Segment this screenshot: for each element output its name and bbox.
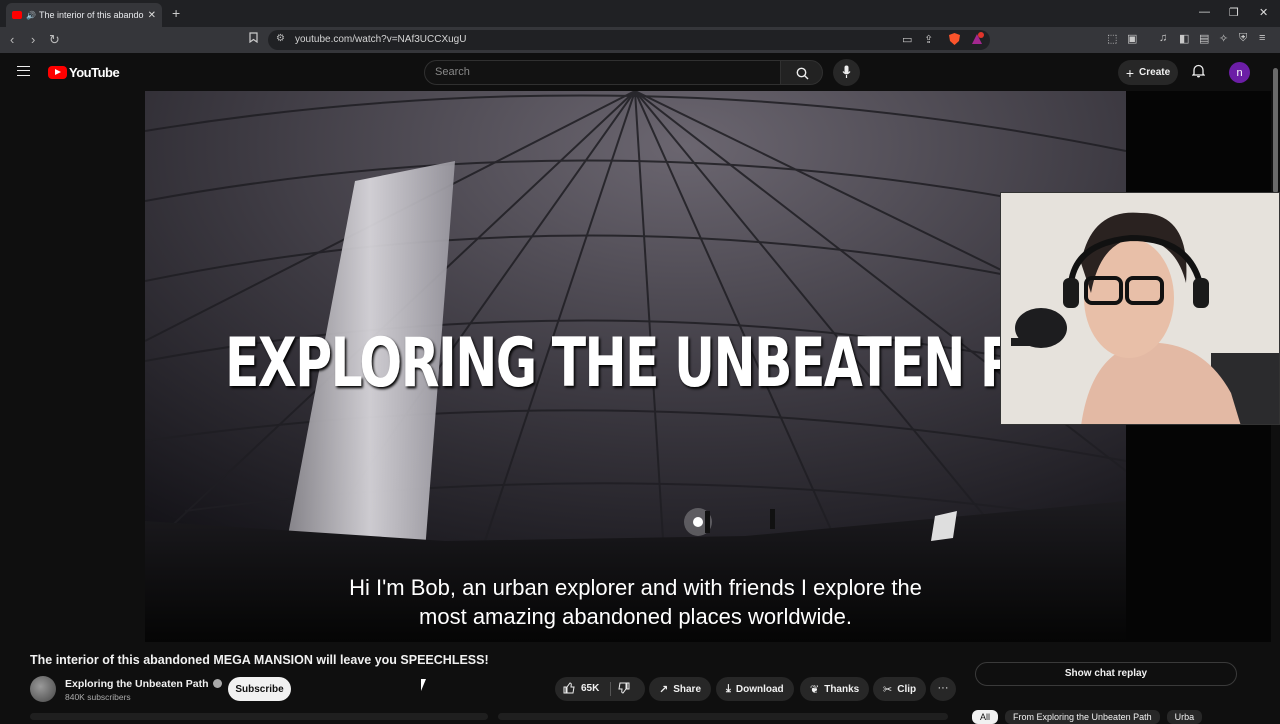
cast-icon[interactable]: ▭ (902, 33, 912, 46)
brave-shield-icon[interactable] (948, 32, 961, 46)
close-window-button[interactable]: ✕ (1259, 6, 1268, 19)
share-page-icon[interactable]: ⇪ (924, 33, 933, 46)
audio-playing-icon[interactable]: 🔊 (26, 11, 36, 20)
menu-icon[interactable]: ≡ (1259, 32, 1265, 44)
video-overlay-title: EXPLORING THE UNBEATEN PAT (225, 324, 1079, 403)
url-text: youtube.com/watch?v=NAf3UCCXugU (295, 34, 467, 45)
voice-search-button[interactable] (833, 59, 860, 86)
verified-badge-icon (212, 679, 222, 688)
youtube-logo[interactable]: YouTube (48, 65, 120, 80)
chip-from-channel[interactable]: From Exploring the Unbeaten Path (1005, 710, 1160, 724)
video-title: The interior of this abandoned MEGA MANS… (30, 653, 489, 667)
share-icon: ↗ (659, 683, 669, 696)
thanks-button[interactable]: ❦ Thanks (800, 677, 870, 701)
video-caption: Hi I'm Bob, an urban explorer and with f… (145, 573, 1126, 631)
youtube-logo-text: YouTube (69, 65, 120, 80)
back-icon[interactable]: ‹ (10, 32, 14, 47)
show-chat-replay-button[interactable]: Show chat replay (975, 662, 1237, 686)
chip-all[interactable]: All (972, 710, 999, 724)
like-dislike-group: 65K (555, 677, 645, 701)
channel-name[interactable]: Exploring the Unbeaten Path (65, 678, 222, 690)
vpn-icon[interactable]: ⛨ (1239, 32, 1247, 45)
minimize-button[interactable]: — (1199, 6, 1210, 18)
forward-icon[interactable]: › (31, 32, 35, 47)
download-button[interactable]: ⤓ Download (716, 677, 794, 701)
youtube-header: YouTube + Create n (0, 53, 1280, 91)
sidebar-icon[interactable]: ◧ (1179, 32, 1189, 45)
search-button[interactable] (780, 60, 823, 85)
caption-line-2: most amazing abandoned places worldwide. (419, 604, 852, 629)
recommendation-chips: All From Exploring the Unbeaten Path Urb… (972, 710, 1203, 724)
search-box[interactable] (424, 60, 781, 85)
maximize-button[interactable]: ❐ (1229, 6, 1239, 19)
subscribe-button[interactable]: Subscribe (228, 677, 291, 701)
comments-strip (498, 713, 948, 720)
browser-toolbar: ‹ › ↻ ⚙ youtube.com/watch?v=NAf3UCCXugU … (0, 27, 1280, 53)
thanks-label: Thanks (824, 683, 860, 695)
download-icon: ⤓ (726, 682, 731, 695)
download-label: Download (735, 683, 784, 695)
plus-icon: + (1125, 64, 1135, 81)
microphone-icon (842, 65, 851, 78)
create-label: Create (1139, 67, 1171, 78)
clip-label: Clip (897, 683, 917, 695)
thanks-icon: ❦ (810, 683, 820, 696)
webcam-person-image (1001, 193, 1279, 424)
mouse-cursor (421, 679, 426, 691)
new-tab-button[interactable]: + (172, 5, 180, 21)
tab-close-icon[interactable]: ✕ (148, 10, 156, 21)
hamburger-menu-icon[interactable] (17, 66, 30, 76)
like-button[interactable]: 65K (563, 682, 599, 694)
webcam-overlay (1000, 192, 1280, 425)
thumbs-down-icon (618, 682, 630, 694)
browser-tab[interactable]: 🔊 The interior of this abandone ✕ (6, 3, 162, 27)
scrollbar-thumb[interactable] (1273, 68, 1278, 193)
brave-rewards-icon[interactable] (970, 32, 984, 46)
dislike-button[interactable] (618, 682, 630, 694)
caption-line-1: Hi I'm Bob, an urban explorer and with f… (349, 575, 922, 600)
like-divider (610, 682, 611, 696)
wallet-icon[interactable]: ▣ (1127, 32, 1137, 45)
create-button[interactable]: + Create (1118, 60, 1178, 85)
share-label: Share (673, 683, 702, 695)
thumbs-up-icon (563, 682, 575, 694)
address-bar[interactable]: ⚙ youtube.com/watch?v=NAf3UCCXugU ▭ ⇪ (268, 30, 990, 50)
browser-tab-bar: 🔊 The interior of this abandone ✕ + — ❐ … (0, 0, 1280, 27)
channel-name-text: Exploring the Unbeaten Path (65, 678, 209, 690)
extensions-icon[interactable]: ⬚ (1107, 32, 1117, 45)
chip-urban[interactable]: Urba (1166, 710, 1203, 724)
tab-title: The interior of this abandone (38, 10, 144, 20)
reading-list-icon[interactable]: ▤ (1199, 32, 1209, 45)
channel-avatar[interactable] (30, 676, 56, 702)
notifications-bell-icon[interactable] (1192, 64, 1205, 78)
more-actions-button[interactable]: ··· (930, 677, 956, 701)
like-count: 65K (581, 682, 600, 694)
clip-button[interactable]: ✂ Clip (873, 677, 927, 701)
share-button[interactable]: ↗ Share (649, 677, 712, 701)
site-settings-icon[interactable]: ⚙ (276, 33, 285, 44)
search-input[interactable] (435, 66, 735, 78)
bookmark-icon[interactable] (249, 32, 258, 43)
subscriber-count: 840K subscribers (65, 692, 131, 702)
media-icon[interactable]: ♫ (1159, 32, 1167, 44)
youtube-favicon-icon (12, 11, 22, 19)
leo-ai-icon[interactable]: ✧ (1219, 32, 1228, 45)
description-box[interactable] (30, 713, 488, 720)
account-avatar[interactable]: n (1229, 62, 1250, 83)
scissors-icon: ✂ (883, 683, 893, 696)
search-icon (796, 67, 809, 80)
reload-icon[interactable]: ↻ (49, 32, 60, 48)
youtube-play-icon (48, 66, 67, 79)
video-player[interactable]: EXPLORING THE UNBEATEN PAT Hi I'm Bob, a… (145, 91, 1126, 642)
